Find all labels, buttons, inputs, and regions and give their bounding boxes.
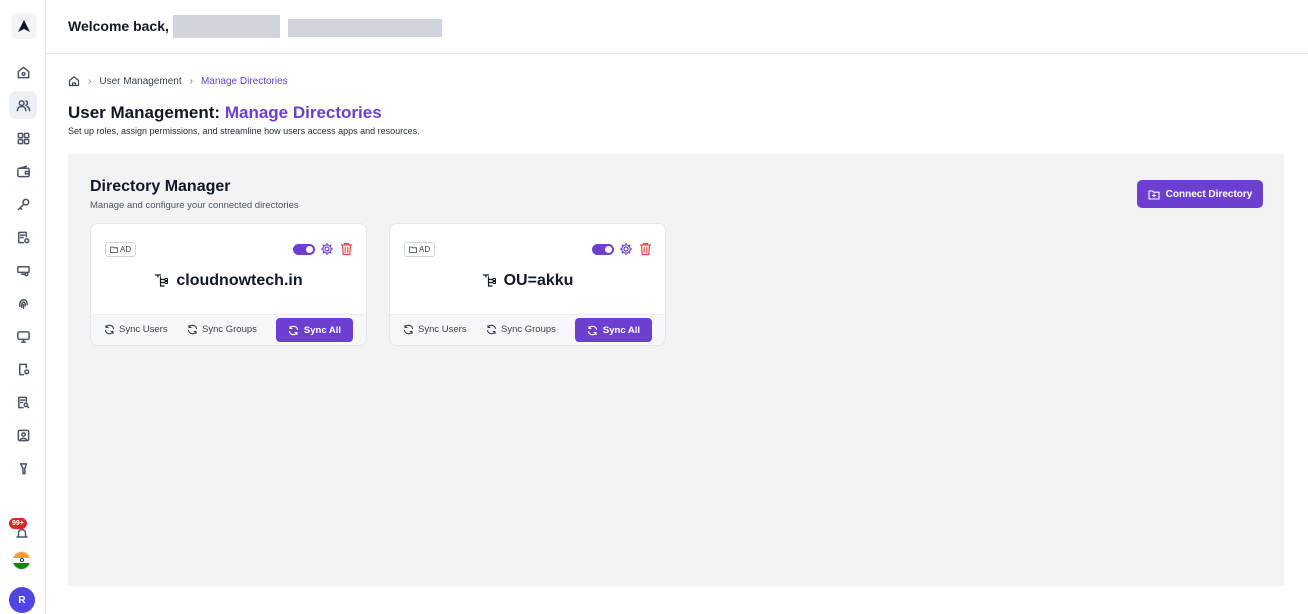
redacted-user-name: [173, 15, 280, 38]
directory-name-text: cloudnowtech.in: [176, 272, 303, 289]
sidebar-item-reports[interactable]: [9, 388, 37, 416]
sync-all-button[interactable]: Sync All: [276, 318, 353, 342]
user-avatar[interactable]: R: [9, 587, 35, 613]
directory-name: OU=akku: [390, 272, 665, 290]
breadcrumb-manage-directories: Manage Directories: [200, 75, 288, 87]
connect-directory-button[interactable]: Connect Directory: [1137, 180, 1263, 208]
sync-groups-button[interactable]: Sync Groups: [187, 324, 257, 335]
directory-card-actions: Sync Users Sync Groups Sync All: [390, 314, 665, 345]
breadcrumb-user-management[interactable]: User Management: [99, 76, 181, 87]
directory-card-body: AD cloudnowtech.in: [91, 224, 366, 314]
directory-manager-panel: Directory Manager Manage and configure y…: [68, 154, 1284, 586]
redacted-user-detail: [288, 19, 442, 37]
refresh-icon: [486, 324, 497, 335]
panel-subtitle: Manage and configure your connected dire…: [90, 200, 299, 211]
folder-plus-icon: [1148, 189, 1160, 200]
home-icon: [17, 66, 29, 78]
sync-all-label: Sync All: [602, 324, 641, 336]
directory-type-label: AD: [120, 245, 132, 254]
refresh-icon: [587, 325, 597, 335]
users-icon: [16, 99, 30, 111]
sidebar-item-users[interactable]: [9, 91, 37, 119]
refresh-icon: [288, 325, 298, 335]
directory-enabled-toggle[interactable]: [293, 244, 315, 255]
directory-card-body: AD OU=akku: [390, 224, 665, 314]
directory-type-label: AD: [419, 245, 431, 254]
sync-all-label: Sync All: [303, 324, 342, 336]
wallet-icon: [16, 165, 30, 177]
sync-groups-button[interactable]: Sync Groups: [486, 324, 556, 335]
app-logo[interactable]: [11, 13, 37, 39]
directory-name: cloudnowtech.in: [91, 272, 366, 290]
refresh-icon: [104, 324, 115, 335]
mobile-settings-icon: [18, 363, 29, 375]
sidebar-item-tools[interactable]: [9, 454, 37, 482]
page-title-prefix: User Management:: [68, 103, 221, 122]
connect-directory-label: Connect Directory: [1165, 188, 1253, 200]
folder-icon: [110, 246, 118, 253]
sync-users-label: Sync Users: [418, 324, 467, 335]
sidebar-item-apps[interactable]: [9, 124, 37, 152]
welcome-text: Welcome back,: [68, 18, 169, 34]
sync-users-label: Sync Users: [119, 324, 168, 335]
folder-icon: [409, 246, 417, 253]
home-icon[interactable]: [68, 75, 80, 87]
document-settings-icon: [17, 231, 29, 243]
sidebar-item-policies[interactable]: [9, 223, 37, 251]
trash-icon[interactable]: [340, 242, 353, 256]
directory-enabled-toggle[interactable]: [592, 244, 614, 255]
page-title-accent: Manage Directories: [224, 103, 382, 122]
page-title: User Management: Manage Directories: [68, 103, 382, 123]
logo-icon: [18, 20, 30, 32]
sync-all-button[interactable]: Sync All: [575, 318, 652, 342]
directory-tree-icon: [482, 274, 496, 287]
device-key-icon: [16, 265, 30, 276]
sidebar-item-mobile[interactable]: [9, 355, 37, 383]
sidebar-nav: [0, 58, 46, 487]
report-search-icon: [17, 396, 29, 408]
sidebar-item-identity[interactable]: [9, 421, 37, 449]
fingerprint-icon: [18, 298, 28, 309]
top-header: Welcome back,: [46, 0, 1308, 54]
id-card-icon: [17, 429, 29, 441]
bell-icon: [16, 528, 28, 538]
directory-card-cloudnowtech: AD cloudnowtech.in Sync Users Sync Group…: [90, 223, 367, 346]
sidebar: 99+ R: [0, 0, 46, 614]
magic-wand-icon: [19, 462, 27, 474]
refresh-icon: [187, 324, 198, 335]
directory-type-tag: AD: [105, 242, 137, 257]
directory-type-tag: AD: [404, 242, 436, 257]
gear-icon[interactable]: [320, 242, 334, 256]
trash-icon[interactable]: [639, 242, 652, 256]
monitor-icon: [16, 330, 30, 343]
directory-name-text: OU=akku: [503, 272, 574, 289]
page-subtitle: Set up roles, assign permissions, and st…: [68, 126, 420, 136]
sidebar-item-biometrics[interactable]: [9, 289, 37, 317]
key-icon: [17, 198, 29, 210]
directory-card-actions: Sync Users Sync Groups Sync All: [91, 314, 366, 345]
sync-groups-label: Sync Groups: [501, 324, 556, 335]
directory-card-ou-akku: AD OU=akku Sync Users Sync Groups Sync A…: [389, 223, 666, 346]
sidebar-item-devices[interactable]: [9, 256, 37, 284]
gear-icon[interactable]: [619, 242, 633, 256]
sync-groups-label: Sync Groups: [202, 324, 257, 335]
sidebar-item-wallet[interactable]: [9, 157, 37, 185]
app-root: 99+ R Welcome back, › User Management › …: [0, 0, 1308, 614]
sidebar-item-keys[interactable]: [9, 190, 37, 218]
sidebar-item-home[interactable]: [9, 58, 37, 86]
breadcrumb-separator: ›: [189, 75, 193, 87]
sync-users-button[interactable]: Sync Users: [104, 324, 168, 335]
refresh-icon: [403, 324, 414, 335]
language-flag-india[interactable]: [12, 551, 31, 570]
breadcrumb: › User Management › Manage Directories: [68, 75, 288, 87]
breadcrumb-separator: ›: [88, 75, 92, 87]
apps-grid-icon: [17, 132, 29, 144]
notifications-button[interactable]: 99+: [9, 516, 37, 540]
sidebar-item-monitor[interactable]: [9, 322, 37, 350]
sync-users-button[interactable]: Sync Users: [403, 324, 467, 335]
panel-title: Directory Manager: [90, 178, 231, 195]
directory-tree-icon: [155, 274, 169, 287]
